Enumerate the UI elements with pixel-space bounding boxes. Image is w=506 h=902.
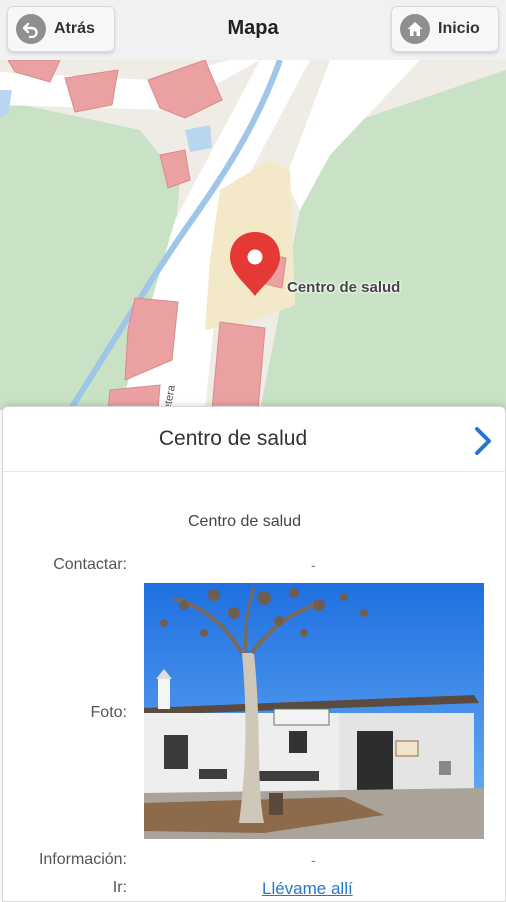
home-button[interactable]: Inicio (391, 6, 499, 52)
building-photo[interactable] (144, 583, 484, 839)
map-poi-label: Centro de salud (287, 279, 401, 296)
header-bar: Atrás Mapa Inicio (0, 0, 506, 61)
go-label: Ir: (112, 879, 127, 896)
contact-label: Contactar: (53, 556, 127, 573)
photo-label: Foto: (90, 704, 127, 721)
panel-title: Centro de salud (158, 427, 308, 450)
take-me-there-link[interactable]: Llévame allí (262, 879, 353, 899)
home-button-label: Inicio (438, 20, 480, 37)
map-view[interactable]: Centro de salud Carretera (0, 60, 506, 410)
info-panel: Centro de salud Centro de salud Contacta… (2, 406, 506, 902)
panel-header[interactable]: Centro de salud (3, 407, 505, 472)
home-icon (400, 14, 430, 44)
chevron-right-icon[interactable] (469, 425, 497, 457)
place-subtitle: Centro de salud (188, 513, 301, 530)
contact-value: - (311, 557, 316, 573)
info-value: - (311, 852, 316, 868)
info-label: Información: (38, 851, 127, 868)
